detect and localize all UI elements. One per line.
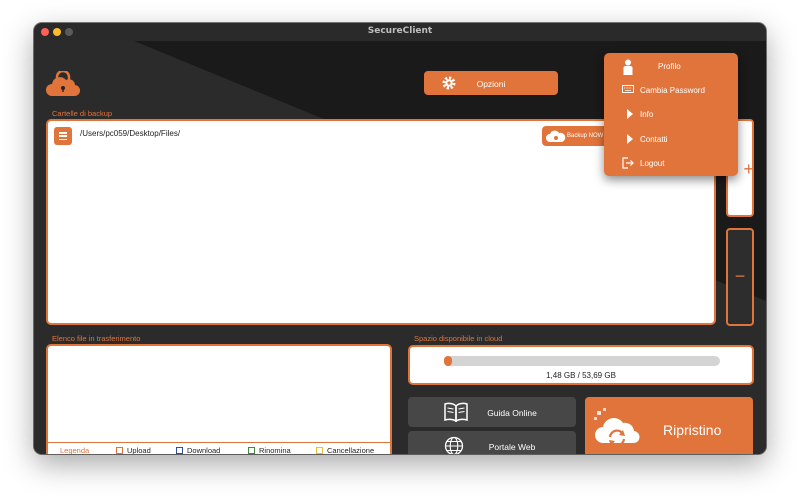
backup-folders-label: Cartelle di backup <box>52 109 113 118</box>
remove-folder-button[interactable]: − <box>726 228 754 326</box>
cloud-lock-logo-icon <box>46 71 80 97</box>
menu-item-info-label: Info <box>640 110 654 119</box>
legend-title: Legenda <box>60 446 90 454</box>
restore-button[interactable]: Ripristino <box>585 397 753 454</box>
transfer-list-label: Elenco file in trasferimento <box>52 334 141 343</box>
options-button-label: Opzioni <box>476 79 506 89</box>
menu-item-change-password-label: Cambia Password <box>640 86 705 95</box>
app-window: SecureClient Opzioni Cartelle di backup <box>34 23 766 454</box>
folder-menu-button[interactable] <box>54 127 72 145</box>
cloud-restore-icon <box>594 408 640 447</box>
cloud-space-panel: 1,48 GB / 53,69 GB <box>408 345 754 385</box>
profile-menu-header[interactable]: Profilo <box>604 53 738 77</box>
legend-item-rename: Rinomina <box>248 446 291 454</box>
storage-progress-fill <box>444 356 452 366</box>
cloud-space-label: Spazio disponibile in cloud <box>414 334 503 343</box>
legend-upload-label: Upload <box>127 446 151 454</box>
menu-item-info[interactable]: Info <box>604 102 738 126</box>
menu-item-logout[interactable]: Logout <box>604 151 738 175</box>
backup-now-button[interactable]: Backup NOW <box>542 126 612 146</box>
menu-item-contacts-label: Contatti <box>640 135 668 144</box>
profile-menu-header-label: Profilo <box>658 62 681 71</box>
menu-item-logout-label: Logout <box>640 159 665 168</box>
profile-dropdown-menu: Profilo Cambia Password Info Contatti Lo… <box>604 53 738 176</box>
menu-item-contacts[interactable]: Contatti <box>604 127 738 151</box>
legend-delete-label: Cancellazione <box>327 446 375 454</box>
backup-now-label: Backup NOW <box>567 133 604 139</box>
menu-item-change-password[interactable]: Cambia Password <box>604 78 738 102</box>
remove-folder-label: − <box>734 266 746 286</box>
add-folder-label: + <box>743 159 754 179</box>
web-portal-button[interactable]: Portale Web <box>408 431 576 454</box>
legend-rename-label: Rinomina <box>259 446 291 454</box>
options-button[interactable]: Opzioni <box>424 71 558 95</box>
keyboard-icon <box>622 85 634 93</box>
user-icon <box>623 59 633 75</box>
rename-color-box <box>248 447 255 454</box>
web-portal-label: Portale Web <box>488 442 536 452</box>
online-guide-button[interactable]: Guida Online <box>408 397 576 427</box>
legend-download-label: Download <box>187 446 221 454</box>
legend-item-delete: Cancellazione <box>316 446 374 454</box>
folder-path[interactable]: /Users/pc059/Desktop/Files/ <box>80 129 180 138</box>
legend: Legenda Upload Download Rinomina Cancell… <box>48 442 390 454</box>
restore-label: Ripristino <box>663 422 722 438</box>
delete-color-box <box>316 447 323 454</box>
legend-item-download: Download <box>176 446 220 454</box>
download-color-box <box>176 447 183 454</box>
title-bar[interactable]: SecureClient <box>34 23 766 41</box>
window-title: SecureClient <box>367 26 433 36</box>
triangle-right-icon <box>627 109 633 119</box>
upload-color-box <box>116 447 123 454</box>
logout-icon <box>622 157 634 169</box>
legend-item-upload: Upload <box>116 446 151 454</box>
transfer-list-panel: Legenda Upload Download Rinomina Cancell… <box>46 344 392 454</box>
storage-usage-text: 1,48 GB / 53,69 GB <box>546 371 616 380</box>
online-guide-label: Guida Online <box>487 408 537 418</box>
cloud-upload-icon <box>546 130 566 142</box>
storage-progress-bar <box>444 356 720 366</box>
triangle-right-icon <box>627 134 633 144</box>
